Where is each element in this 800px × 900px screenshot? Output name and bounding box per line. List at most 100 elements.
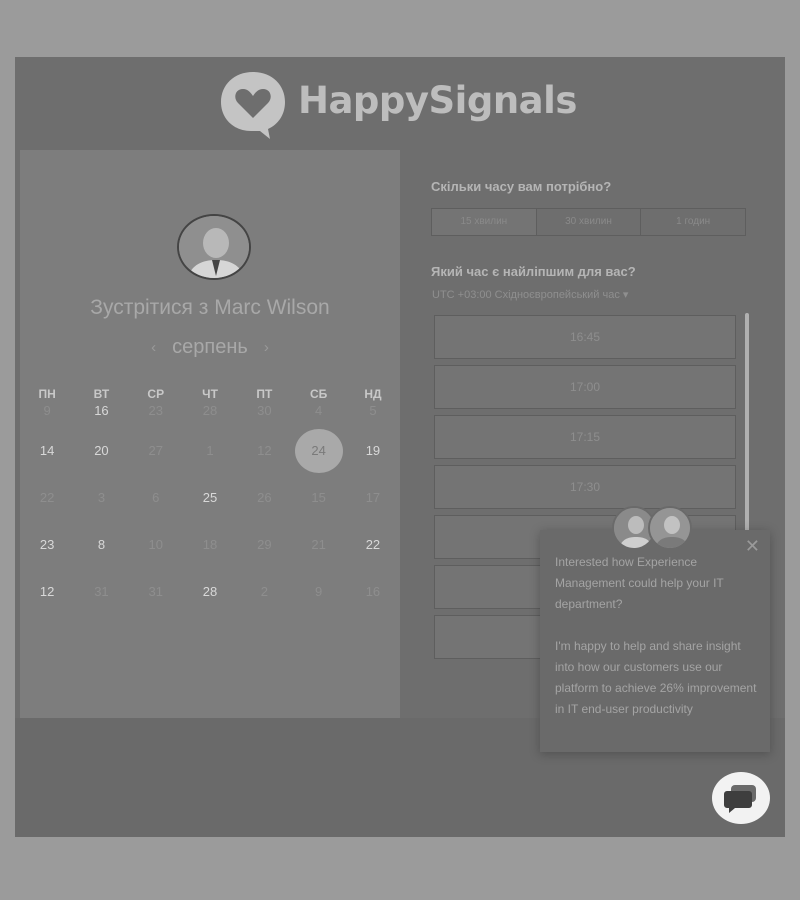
brand-name: HappySignals <box>298 78 577 122</box>
calendar-day: 15 <box>291 490 345 505</box>
weekday-label: ПТ <box>256 387 273 401</box>
calendar-grid: ПН ВТ СР ЧТ ПТ СБ НД 9 16 23 28 30 4 5 14 20 27 1 12 24 19 2… <box>20 387 400 615</box>
day-number: 9 <box>315 584 323 599</box>
logo: HappySignals <box>218 69 577 139</box>
day-number: 6 <box>152 490 160 505</box>
duration-option[interactable]: 15 хвилин <box>432 209 537 235</box>
calendar-week: 12 31 31 28 2 9 16 <box>20 568 400 615</box>
calendar-day: 12 <box>237 443 291 458</box>
calendar-day: 9 <box>291 584 345 599</box>
chat-popup: ✕ Interested how Experience Management c… <box>540 506 770 752</box>
day-number: 28 <box>202 403 218 418</box>
weekday-label: СБ <box>309 387 328 401</box>
calendar-day[interactable]: 25 <box>183 490 237 505</box>
calendar-week: 14 20 27 1 12 24 19 <box>20 427 400 474</box>
calendar-day[interactable]: 19 <box>346 443 400 458</box>
calendar-day: 27 <box>129 443 183 458</box>
day-number: 16 <box>94 403 109 418</box>
calendar-week: 23 8 10 18 29 21 22 <box>20 521 400 568</box>
day-number: 26 <box>257 490 272 505</box>
calendar-day: 26 <box>237 490 291 505</box>
chat-launcher-button[interactable] <box>712 772 770 824</box>
day-number: 16 <box>365 584 381 599</box>
prev-month-icon[interactable]: ‹ <box>151 339 156 356</box>
calendar-day: 9 <box>20 403 74 418</box>
meeting-title: Зустрітися з Marc Wilson <box>90 296 330 319</box>
month-label: серпень <box>172 336 248 358</box>
day-number: 15 <box>311 490 326 505</box>
time-slot-button[interactable]: 17:00 <box>434 365 736 409</box>
day-number: 21 <box>311 537 326 552</box>
day-number: 9 <box>43 403 51 418</box>
day-number: 20 <box>94 443 109 458</box>
calendar-day: 21 <box>291 537 345 552</box>
day-number: 1 <box>206 443 214 458</box>
duration-question: Скільки часу вам потрібно? <box>431 179 612 194</box>
time-slot-button[interactable]: 17:15 <box>434 415 736 459</box>
calendar-week: 9 16 23 28 30 4 5 <box>20 403 400 427</box>
weekday-label: НД <box>364 387 382 401</box>
calendar-day[interactable]: 23 <box>20 537 74 552</box>
day-number: 28 <box>202 584 218 599</box>
day-number: 17 <box>365 490 381 505</box>
popup-message: Interested how Experience Management cou… <box>555 555 757 716</box>
weekday-label: СР <box>147 387 165 401</box>
calendar-day-selected[interactable]: 24 <box>291 428 345 473</box>
weekday-label: ПН <box>38 387 56 401</box>
calendar-day[interactable]: 14 <box>20 443 74 458</box>
day-number: 25 <box>202 490 218 505</box>
duration-option[interactable]: 1 годин <box>641 209 745 235</box>
slot-scrollbar[interactable] <box>745 313 749 543</box>
day-number: 14 <box>39 443 55 458</box>
calendar-day[interactable]: 8 <box>74 537 128 552</box>
calendar-day: 5 <box>346 403 400 418</box>
day-number: 23 <box>39 537 55 552</box>
time-slot-button[interactable]: 17:30 <box>434 465 736 509</box>
calendar-day: 29 <box>237 537 291 552</box>
time-question: Який час є найліпшим для вас? <box>431 264 636 279</box>
weekday-label: ЧТ <box>202 387 218 401</box>
day-number: 5 <box>369 403 377 418</box>
calendar-day: 22 <box>20 490 74 505</box>
timezone-select[interactable]: UTC +03:00 Східноєвропейський час ▾ <box>432 288 628 301</box>
heart-speech-bubble-icon <box>218 69 288 139</box>
header: HappySignals <box>15 57 785 150</box>
weekday-header: ПН ВТ СР ЧТ ПТ СБ НД <box>20 387 400 401</box>
day-number: 22 <box>365 537 381 552</box>
day-number: 27 <box>148 443 163 458</box>
calendar-day[interactable]: 28 <box>183 584 237 599</box>
next-month-icon[interactable]: › <box>264 339 269 356</box>
calendar-day: 31 <box>129 584 183 599</box>
calendar-day[interactable]: 16 <box>74 403 128 418</box>
calendar-day: 17 <box>346 490 400 505</box>
calendar-day: 1 <box>183 443 237 458</box>
agent-avatar <box>648 506 692 550</box>
calendar-day: 18 <box>183 537 237 552</box>
day-number: 10 <box>148 537 163 552</box>
day-number: 31 <box>94 584 109 599</box>
day-number: 3 <box>97 490 106 505</box>
calendar-day: 6 <box>129 490 183 505</box>
day-number: 2 <box>260 584 268 599</box>
day-number: 22 <box>39 490 55 505</box>
time-slot-button[interactable]: 16:45 <box>434 315 736 359</box>
month-nav: ‹ серпень › <box>20 336 400 359</box>
calendar-body: 9 16 23 28 30 4 5 14 20 27 1 12 24 19 22 3 6 25 26 15 17 23 8 1… <box>20 403 400 615</box>
calendar-day[interactable]: 22 <box>346 537 400 552</box>
day-number: 31 <box>148 584 163 599</box>
calendar-day: 3 <box>74 490 128 505</box>
day-number: 23 <box>148 403 163 418</box>
calendar-week: 22 3 6 25 26 15 17 <box>20 474 400 521</box>
duration-option[interactable]: 30 хвилин <box>537 209 642 235</box>
day-number: 19 <box>365 443 381 458</box>
day-number: 29 <box>257 537 272 552</box>
calendar-day[interactable]: 12 <box>20 584 74 599</box>
agent-avatars <box>612 506 696 550</box>
day-number: 12 <box>39 584 55 599</box>
duration-selector: 15 хвилин 30 хвилин 1 годин <box>431 208 746 236</box>
day-number: 18 <box>202 537 218 552</box>
chat-bubble-icon <box>724 785 756 813</box>
calendar-day[interactable]: 20 <box>74 443 128 458</box>
weekday-label: ВТ <box>93 387 110 401</box>
calendar-day: 2 <box>237 584 291 599</box>
